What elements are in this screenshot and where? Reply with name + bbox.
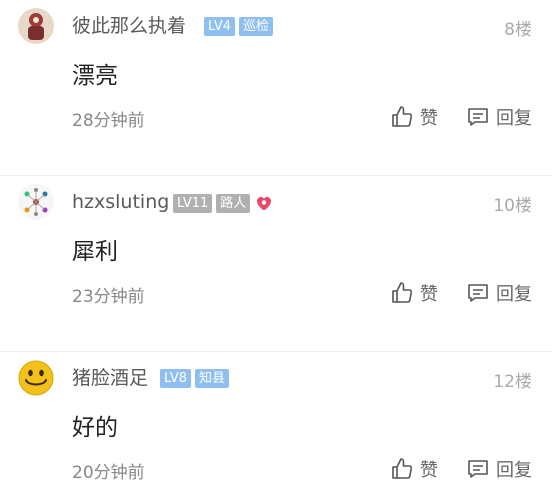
- reply-button[interactable]: 回复: [466, 280, 532, 306]
- timestamp: 20分钟前: [72, 463, 145, 483]
- avatar[interactable]: [18, 184, 54, 220]
- level-badge: LV8: [160, 369, 191, 388]
- thumbs-up-icon: [392, 458, 413, 479]
- action-bar: 赞 回复: [390, 456, 532, 482]
- avatar[interactable]: [18, 8, 54, 44]
- like-label: 赞: [420, 284, 438, 305]
- badge-group: LV11 路人: [173, 193, 274, 213]
- heart-badge-icon: [257, 197, 272, 211]
- like-button[interactable]: 赞: [390, 104, 438, 130]
- like-button[interactable]: 赞: [390, 280, 438, 306]
- avatar[interactable]: [18, 360, 54, 396]
- username[interactable]: 猪脸酒足: [72, 365, 148, 391]
- timestamp: 23分钟前: [72, 287, 145, 307]
- like-label: 赞: [420, 460, 438, 481]
- comment-text: 好的: [72, 415, 118, 441]
- thumbs-up-icon: [392, 106, 413, 127]
- title-badge: 知县: [194, 369, 229, 388]
- title-badge: 路人: [216, 193, 251, 213]
- floor-number: 12楼: [493, 372, 532, 392]
- comment-icon: [468, 460, 488, 478]
- reply-label: 回复: [496, 460, 532, 481]
- reply-button[interactable]: 回复: [466, 456, 532, 482]
- reply-label: 回复: [496, 284, 532, 305]
- like-button[interactable]: 赞: [390, 456, 438, 482]
- action-bar: 赞 回复: [390, 280, 532, 306]
- title-badge: 巡检: [238, 17, 273, 36]
- comment-text: 犀利: [72, 239, 118, 265]
- comment-text: 漂亮: [72, 63, 118, 89]
- floor-number: 8楼: [504, 20, 532, 40]
- thumbs-up-icon: [392, 282, 413, 303]
- reply-label: 回复: [496, 108, 532, 129]
- level-badge: LV11: [173, 193, 213, 213]
- reply-button[interactable]: 回复: [466, 104, 532, 130]
- comment-icon: [468, 284, 488, 302]
- action-bar: 赞 回复: [390, 104, 532, 130]
- level-badge: LV4: [204, 17, 235, 36]
- comment-icon: [468, 108, 488, 126]
- username[interactable]: hzxsluting: [72, 189, 169, 215]
- comment-item: 猪脸酒足 LV8 知县 12楼 好的 20分钟前 赞 回复: [0, 352, 552, 499]
- badge-group: LV4 巡检: [204, 17, 273, 36]
- comment-item: 彼此那么执着 LV4 巡检 8楼 漂亮 28分钟前 赞 回复: [0, 0, 552, 176]
- badge-group: LV8 知县: [160, 369, 229, 388]
- like-label: 赞: [420, 108, 438, 129]
- username[interactable]: 彼此那么执着: [72, 13, 186, 39]
- floor-number: 10楼: [493, 196, 532, 216]
- comment-item: hzxsluting LV11 路人 10楼 犀利 23分钟前 赞 回复: [0, 176, 552, 352]
- timestamp: 28分钟前: [72, 111, 145, 131]
